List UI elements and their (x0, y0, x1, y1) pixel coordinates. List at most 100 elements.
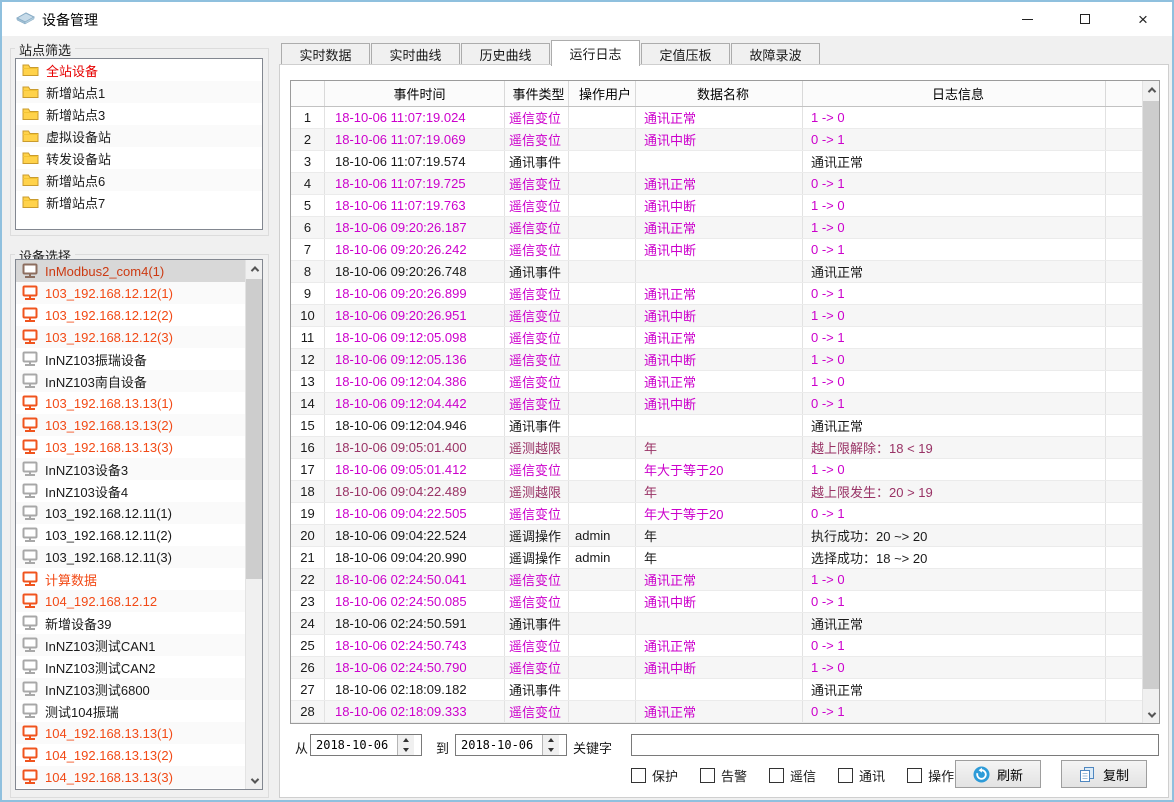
checkbox-icon[interactable] (631, 768, 646, 783)
from-date-spinner[interactable] (397, 735, 414, 755)
to-date-picker[interactable] (455, 734, 567, 756)
checkbox-icon[interactable] (700, 768, 715, 783)
log-row[interactable]: 318-10-06 11:07:19.574通讯事件通讯正常 (291, 151, 1159, 173)
device-item[interactable]: InNZ103设备3 (16, 458, 245, 480)
device-item[interactable]: 103_192.168.12.12(2) (16, 304, 245, 326)
device-item[interactable]: InNZ103测试CAN2 (16, 656, 245, 678)
log-row[interactable]: 718-10-06 09:20:26.242遥信变位通讯中断0 -> 1 (291, 239, 1159, 261)
checkbox-item[interactable]: 通讯 (838, 766, 885, 785)
copy-button[interactable]: 复制 (1061, 760, 1147, 788)
spin-down-icon[interactable] (398, 745, 414, 755)
site-item[interactable]: 新增站点3 (16, 103, 262, 125)
from-date-picker[interactable] (310, 734, 422, 756)
to-date-spinner[interactable] (542, 735, 559, 755)
log-row[interactable]: 1418-10-06 09:12:04.442遥信变位通讯中断0 -> 1 (291, 393, 1159, 415)
device-item[interactable]: InModbus2_com4(1) (16, 260, 245, 282)
device-item[interactable]: 103_192.168.12.12(3) (16, 326, 245, 348)
device-item[interactable]: 104_192.168.12.12 (16, 590, 245, 612)
device-item[interactable]: 103_192.168.13.13(3) (16, 436, 245, 458)
refresh-button[interactable]: 刷新 (955, 760, 1041, 788)
log-row[interactable]: 1318-10-06 09:12:04.386遥信变位通讯正常1 -> 0 (291, 371, 1159, 393)
log-row[interactable]: 1818-10-06 09:04:22.489遥测越限年越上限发生：20 > 1… (291, 481, 1159, 503)
checkbox-icon[interactable] (838, 768, 853, 783)
close-button[interactable]: × (1114, 2, 1172, 36)
log-row[interactable]: 2018-10-06 09:04:22.524遥调操作admin年执行成功：20… (291, 525, 1159, 547)
device-list-scrollbar[interactable] (245, 260, 262, 789)
table-scrollbar-thumb[interactable] (1143, 101, 1160, 689)
log-row[interactable]: 2418-10-06 02:24:50.591通讯事件通讯正常 (291, 613, 1159, 635)
minimize-button[interactable] (998, 2, 1056, 36)
device-item[interactable]: 103_192.168.13.13(1) (16, 392, 245, 414)
scroll-up-icon[interactable] (1143, 81, 1160, 98)
device-item[interactable]: 测试104振瑞 (16, 700, 245, 722)
device-item[interactable]: InNZ103测试CAN1 (16, 634, 245, 656)
checkbox-item[interactable]: 告警 (700, 766, 747, 785)
from-date-input[interactable] (311, 738, 397, 752)
log-row[interactable]: 2118-10-06 09:04:20.990遥调操作admin年选择成功：18… (291, 547, 1159, 569)
column-header[interactable]: 操作用户 (569, 81, 636, 106)
site-item[interactable]: 虚拟设备站 (16, 125, 262, 147)
tab-active[interactable]: 运行日志 (551, 40, 640, 66)
table-scrollbar[interactable] (1142, 81, 1159, 723)
device-scrollbar-thumb[interactable] (246, 279, 263, 579)
log-row[interactable]: 1218-10-06 09:12:05.136遥信变位通讯中断1 -> 0 (291, 349, 1159, 371)
checkbox-item[interactable]: 保护 (631, 766, 678, 785)
tab-item[interactable]: 实时数据 (281, 43, 370, 65)
log-row[interactable]: 2618-10-06 02:24:50.790遥信变位通讯中断1 -> 0 (291, 657, 1159, 679)
device-item[interactable]: 103_192.168.12.12(1) (16, 282, 245, 304)
tab-item[interactable]: 历史曲线 (461, 43, 550, 65)
device-item[interactable]: 104_192.168.13.13(2) (16, 744, 245, 766)
log-row[interactable]: 1718-10-06 09:05:01.412遥信变位年大于等于201 -> 0 (291, 459, 1159, 481)
log-row[interactable]: 1518-10-06 09:12:04.946通讯事件通讯正常 (291, 415, 1159, 437)
device-item[interactable]: InNZ103设备4 (16, 480, 245, 502)
spin-up-icon[interactable] (398, 735, 414, 745)
checkbox-icon[interactable] (907, 768, 922, 783)
log-row[interactable]: 2818-10-06 02:18:09.333遥信变位通讯正常0 -> 1 (291, 701, 1159, 723)
column-header[interactable]: 数据名称 (636, 81, 803, 106)
log-row[interactable]: 2718-10-06 02:18:09.182通讯事件通讯正常 (291, 679, 1159, 701)
log-row[interactable]: 2318-10-06 02:24:50.085遥信变位通讯中断0 -> 1 (291, 591, 1159, 613)
scroll-up-icon[interactable] (246, 260, 263, 277)
spin-up-icon[interactable] (543, 735, 559, 745)
device-item[interactable]: 103_192.168.13.13(2) (16, 414, 245, 436)
log-row[interactable]: 818-10-06 09:20:26.748通讯事件通讯正常 (291, 261, 1159, 283)
device-item[interactable]: InNZ103测试6800 (16, 678, 245, 700)
log-row[interactable]: 218-10-06 11:07:19.069遥信变位通讯中断0 -> 1 (291, 129, 1159, 151)
site-item[interactable]: 新增站点1 (16, 81, 262, 103)
log-row[interactable]: 518-10-06 11:07:19.763遥信变位通讯中断1 -> 0 (291, 195, 1159, 217)
device-item[interactable]: 104_192.168.13.13(3) (16, 766, 245, 788)
tab-item[interactable]: 实时曲线 (371, 43, 460, 65)
site-item[interactable]: 新增站点7 (16, 191, 262, 213)
maximize-button[interactable] (1056, 2, 1114, 36)
log-row[interactable]: 2218-10-06 02:24:50.041遥信变位通讯正常1 -> 0 (291, 569, 1159, 591)
log-row[interactable]: 2518-10-06 02:24:50.743遥信变位通讯正常0 -> 1 (291, 635, 1159, 657)
column-header[interactable]: 日志信息 (803, 81, 1106, 106)
device-item[interactable] (16, 788, 245, 790)
keyword-input[interactable] (631, 734, 1159, 756)
device-item[interactable]: InNZ103南自设备 (16, 370, 245, 392)
column-header[interactable]: 事件时间 (325, 81, 505, 106)
checkbox-item[interactable]: 操作 (907, 766, 954, 785)
device-item[interactable]: 计算数据 (16, 568, 245, 590)
site-item[interactable]: 全站设备 (16, 59, 262, 81)
checkbox-item[interactable]: 遥信 (769, 766, 816, 785)
tab-item[interactable]: 故障录波 (731, 43, 820, 65)
device-item[interactable]: InNZ103振瑞设备 (16, 348, 245, 370)
device-item[interactable]: 103_192.168.12.11(2) (16, 524, 245, 546)
log-row[interactable]: 118-10-06 11:07:19.024遥信变位通讯正常1 -> 0 (291, 107, 1159, 129)
device-item[interactable]: 103_192.168.12.11(3) (16, 546, 245, 568)
site-item[interactable]: 新增站点6 (16, 169, 262, 191)
device-item[interactable]: 104_192.168.13.13(1) (16, 722, 245, 744)
log-row[interactable]: 1018-10-06 09:20:26.951遥信变位通讯中断1 -> 0 (291, 305, 1159, 327)
scroll-down-icon[interactable] (1143, 706, 1160, 723)
scroll-down-icon[interactable] (246, 772, 263, 789)
device-item[interactable]: 新增设备39 (16, 612, 245, 634)
site-item[interactable]: 转发设备站 (16, 147, 262, 169)
log-row[interactable]: 418-10-06 11:07:19.725遥信变位通讯正常0 -> 1 (291, 173, 1159, 195)
log-row[interactable]: 1918-10-06 09:04:22.505遥信变位年大于等于200 -> 1 (291, 503, 1159, 525)
to-date-input[interactable] (456, 738, 542, 752)
log-row[interactable]: 918-10-06 09:20:26.899遥信变位通讯正常0 -> 1 (291, 283, 1159, 305)
log-row[interactable]: 618-10-06 09:20:26.187遥信变位通讯正常1 -> 0 (291, 217, 1159, 239)
device-item[interactable]: 103_192.168.12.11(1) (16, 502, 245, 524)
column-header[interactable]: 事件类型 (505, 81, 569, 106)
